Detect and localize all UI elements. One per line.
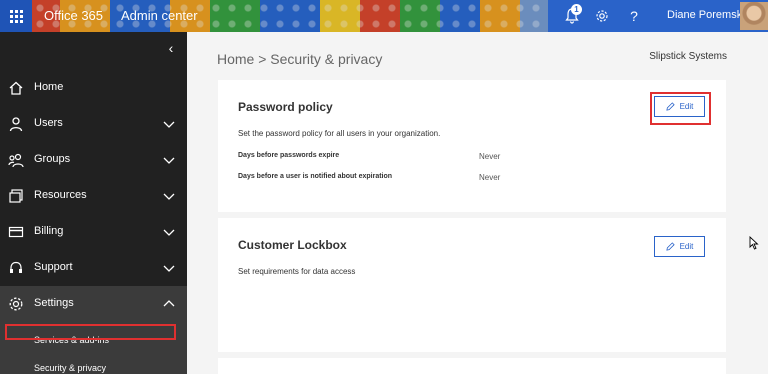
chevron-down-icon[interactable]	[163, 226, 175, 238]
gear-icon[interactable]	[592, 6, 612, 26]
setting-value: Never	[479, 152, 501, 161]
sidebar-item-resources[interactable]: Resources	[0, 178, 187, 214]
waffle-icon[interactable]	[0, 0, 32, 32]
help-icon[interactable]: ?	[624, 6, 644, 26]
card-description: Set the password policy for all users in…	[238, 129, 441, 138]
setting-label: Days before passwords expire	[238, 152, 340, 159]
sidebar-item-label: Resources	[34, 189, 87, 201]
chevron-down-icon[interactable]	[163, 154, 175, 166]
settings-gear-icon	[9, 297, 23, 311]
setting-value: Never	[479, 173, 501, 182]
avatar[interactable]	[740, 2, 768, 30]
card-title: Customer Lockbox	[238, 238, 347, 252]
breadcrumb[interactable]: Home > Security & privacy	[217, 51, 382, 67]
app-name[interactable]: Office 365	[44, 8, 103, 23]
user-icon	[9, 117, 23, 132]
sidebar-item-label: Groups	[34, 153, 71, 165]
sidebar-item-label: Users	[34, 117, 63, 129]
collapse-nav-icon[interactable]: ‹	[164, 40, 178, 56]
card-description: Set requirements for data access	[238, 267, 356, 276]
next-settings-card	[218, 358, 726, 374]
sidebar-item-label: Home	[34, 81, 64, 93]
sidebar-item-label: Settings	[34, 297, 74, 309]
sidebar-item-groups[interactable]: Groups	[0, 142, 187, 178]
setting-label: Days before a user is notified about exp…	[238, 173, 393, 180]
chevron-down-icon[interactable]	[163, 190, 175, 202]
customer-lockbox-card: Customer Lockbox Set requirements for da…	[218, 218, 726, 352]
edit-highlight-box	[650, 92, 711, 125]
main-content: Home > Security & privacy Slipstick Syst…	[187, 32, 768, 374]
sidebar-item-label: Billing	[34, 225, 64, 237]
sidebar-item-settings[interactable]: Settings	[0, 286, 187, 322]
customer-lockbox-edit-button[interactable]: Edit	[654, 236, 705, 257]
chevron-up-icon[interactable]	[163, 298, 175, 310]
support-icon	[10, 261, 22, 273]
card-title: Password policy	[238, 100, 333, 114]
mouse-cursor-icon	[749, 236, 759, 250]
sidebar-item-label: Support	[34, 261, 73, 273]
org-name: Slipstick Systems	[649, 51, 727, 62]
sidebar-item-users[interactable]: Users	[0, 106, 187, 142]
sidebar-item-support[interactable]: Support	[0, 250, 187, 286]
chevron-down-icon[interactable]	[163, 118, 175, 130]
billing-icon	[8, 226, 24, 238]
chevron-down-icon[interactable]	[163, 262, 175, 274]
resources-icon	[9, 189, 23, 203]
sidebar-item-home[interactable]: Home	[0, 70, 187, 106]
pencil-icon	[665, 242, 675, 251]
sidebar-item-billing[interactable]: Billing	[0, 214, 187, 250]
sidebar: ‹ Home Users Groups Resources Billing Su…	[0, 32, 187, 374]
user-name[interactable]: Diane Poremsky	[667, 9, 748, 21]
sidebar-subitem-security-privacy[interactable]: Security & privacy	[34, 363, 106, 373]
notification-badge: 1	[571, 4, 582, 15]
edit-button-label: Edit	[679, 242, 694, 251]
app-section-title[interactable]: Admin center	[121, 8, 198, 23]
home-icon	[9, 81, 23, 95]
top-bar	[0, 0, 768, 32]
selection-highlight-box	[5, 324, 176, 340]
groups-icon	[8, 153, 24, 168]
